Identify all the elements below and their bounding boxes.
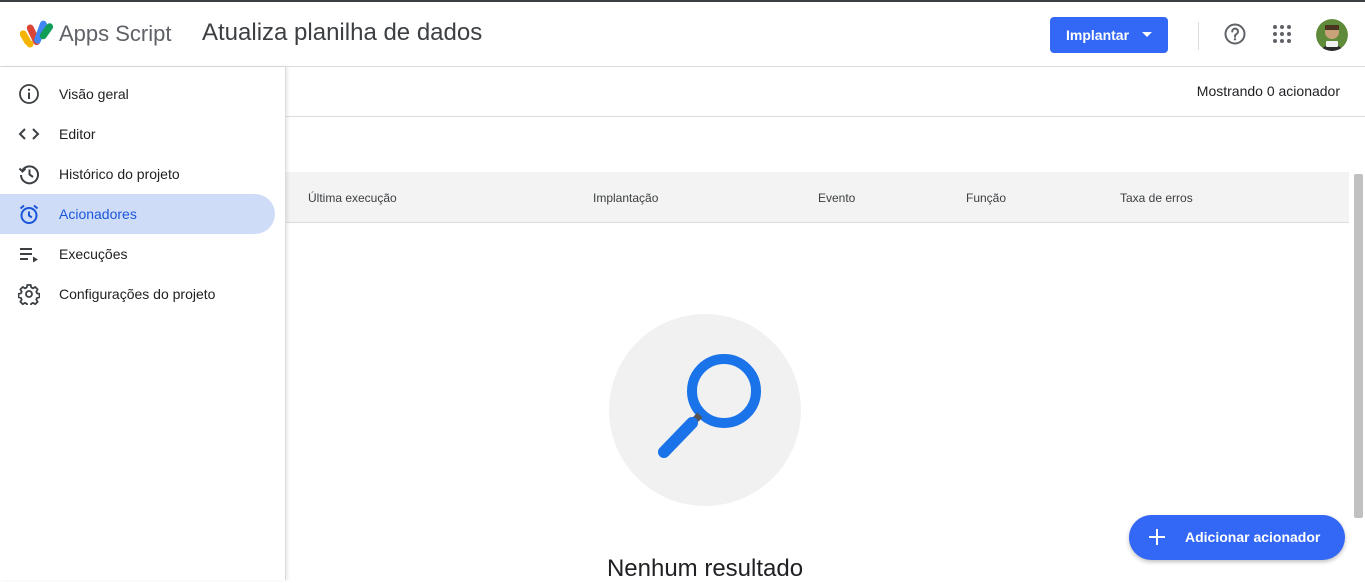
column-header-last-run[interactable]: Última execução [308,191,397,205]
sidebar-item-triggers[interactable]: Acionadores [0,194,275,234]
sidebar-item-executions[interactable]: Execuções [0,234,275,274]
chevron-down-icon [1142,32,1152,37]
google-apps-icon[interactable] [1272,24,1292,44]
sidebar-item-label: Editor [59,126,96,142]
column-header-deployment[interactable]: Implantação [593,191,658,205]
plus-icon [1149,529,1165,545]
sidebar-item-history[interactable]: Histórico do projeto [0,154,275,194]
add-trigger-button[interactable]: Adicionar acionador [1129,515,1345,560]
sidebar-item-settings[interactable]: Configurações do projeto [0,274,275,314]
brand-name[interactable]: Apps Script [59,21,172,47]
empty-state-text: Nenhum resultado [606,555,804,582]
column-header-function[interactable]: Função [966,191,1006,205]
sidebar-item-label: Execuções [59,246,128,262]
triggers-summary-bar: Mostrando 0 acionador [286,67,1365,117]
header-divider [1198,22,1199,50]
triggers-table-header: Última execução Implantação Evento Funçã… [286,172,1349,223]
alarm-icon [19,204,39,224]
sidebar-item-label: Configurações do projeto [59,286,216,302]
deploy-button[interactable]: Implantar [1050,17,1168,53]
avatar[interactable] [1316,19,1348,51]
vertical-scrollbar[interactable] [1354,174,1363,518]
column-header-event[interactable]: Evento [818,191,855,205]
app-header: Apps Script Atualiza planilha de dados I… [0,2,1365,67]
add-trigger-label: Adicionar acionador [1185,529,1321,545]
column-header-error-rate[interactable]: Taxa de erros [1120,191,1193,205]
sidebar: Visão geral Editor Histórico do projeto … [0,67,286,580]
playlist-play-icon [20,248,38,263]
sidebar-item-overview[interactable]: Visão geral [0,74,275,114]
apps-script-logo-icon[interactable] [20,18,54,48]
project-title[interactable]: Atualiza planilha de dados [202,19,482,47]
trigger-count-text: Mostrando 0 acionador [1196,83,1340,99]
sidebar-item-label: Visão geral [59,86,129,102]
sidebar-item-label: Histórico do projeto [59,166,180,182]
sidebar-item-editor[interactable]: Editor [0,114,275,154]
sidebar-item-label: Acionadores [59,206,137,222]
help-icon[interactable] [1223,22,1247,46]
deploy-button-label: Implantar [1066,27,1130,43]
gear-icon [18,284,40,305]
info-icon [19,84,39,104]
magnifier-icon [658,354,761,458]
code-icon [18,128,40,140]
history-icon [18,165,39,185]
